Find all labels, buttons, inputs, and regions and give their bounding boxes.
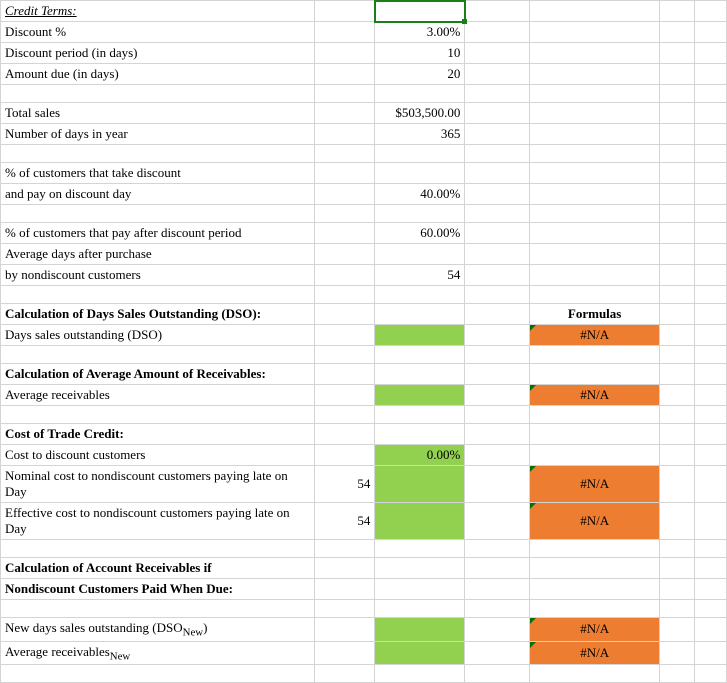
pct-discount-value[interactable]: 40.00%: [375, 184, 465, 205]
dso-section-header: Calculation of Days Sales Outstanding (D…: [1, 304, 315, 325]
discount-period-value[interactable]: 10: [375, 43, 465, 64]
cost-discount-customers-label: Cost to discount customers: [1, 445, 315, 466]
cost-discount-customers-value[interactable]: 0.00%: [375, 445, 465, 466]
days-in-year-value[interactable]: 365: [375, 124, 465, 145]
avg-receivables-new-label: Average receivablesNew: [1, 641, 315, 665]
discount-pct-label: Discount %: [1, 22, 315, 43]
cell[interactable]: [315, 1, 375, 22]
spreadsheet-table[interactable]: Credit Terms: Discount % 3.00% Discount …: [0, 0, 727, 683]
new-dso-formula-cell[interactable]: #N/A: [530, 618, 660, 642]
cell[interactable]: [660, 1, 695, 22]
credit-terms-header: Credit Terms:: [1, 1, 315, 22]
effective-cost-label: Effective cost to nondiscount customers …: [1, 503, 315, 540]
avg-receivables-label: Average receivables: [1, 385, 315, 406]
selected-cell[interactable]: [375, 1, 465, 22]
avg-receivables-header: Calculation of Average Amount of Receiva…: [1, 364, 315, 385]
new-dso-label: New days sales outstanding (DSONew): [1, 618, 315, 642]
effective-formula-cell[interactable]: #N/A: [530, 503, 660, 540]
ar-when-due-header2: Nondiscount Customers Paid When Due:: [1, 579, 315, 600]
effective-day-value[interactable]: 54: [315, 503, 375, 540]
formulas-header: Formulas: [530, 304, 660, 325]
cell[interactable]: [695, 1, 727, 22]
pct-after-value[interactable]: 60.00%: [375, 223, 465, 244]
days-in-year-label: Number of days in year: [1, 124, 315, 145]
total-sales-value[interactable]: $503,500.00: [375, 103, 465, 124]
pct-after-label: % of customers that pay after discount p…: [1, 223, 315, 244]
avg-receivables-input-cell[interactable]: [375, 385, 465, 406]
pct-discount-line2: and pay on discount day: [1, 184, 315, 205]
cell[interactable]: [315, 22, 375, 43]
avg-days-line1: Average days after purchase: [1, 244, 315, 265]
new-dso-input-cell[interactable]: [375, 618, 465, 642]
amount-due-value[interactable]: 20: [375, 64, 465, 85]
discount-period-label: Discount period (in days): [1, 43, 315, 64]
effective-input-cell[interactable]: [375, 503, 465, 540]
avg-receivables-new-formula-cell[interactable]: #N/A: [530, 641, 660, 665]
nominal-day-value[interactable]: 54: [315, 466, 375, 503]
trade-credit-header: Cost of Trade Credit:: [1, 424, 315, 445]
dso-input-cell[interactable]: [375, 325, 465, 346]
cell[interactable]: [465, 1, 530, 22]
pct-discount-line1: % of customers that take discount: [1, 163, 315, 184]
ar-when-due-header1: Calculation of Account Receivables if: [1, 558, 315, 579]
dso-formula-cell[interactable]: #N/A: [530, 325, 660, 346]
avg-receivables-formula-cell[interactable]: #N/A: [530, 385, 660, 406]
dso-label: Days sales outstanding (DSO): [1, 325, 315, 346]
nominal-input-cell[interactable]: [375, 466, 465, 503]
nominal-cost-label: Nominal cost to nondiscount customers pa…: [1, 466, 315, 503]
total-sales-label: Total sales: [1, 103, 315, 124]
avg-days-value[interactable]: 54: [375, 265, 465, 286]
avg-days-line2: by nondiscount customers: [1, 265, 315, 286]
nominal-formula-cell[interactable]: #N/A: [530, 466, 660, 503]
cell[interactable]: [530, 1, 660, 22]
discount-pct-value[interactable]: 3.00%: [375, 22, 465, 43]
avg-receivables-new-input-cell[interactable]: [375, 641, 465, 665]
amount-due-label: Amount due (in days): [1, 64, 315, 85]
